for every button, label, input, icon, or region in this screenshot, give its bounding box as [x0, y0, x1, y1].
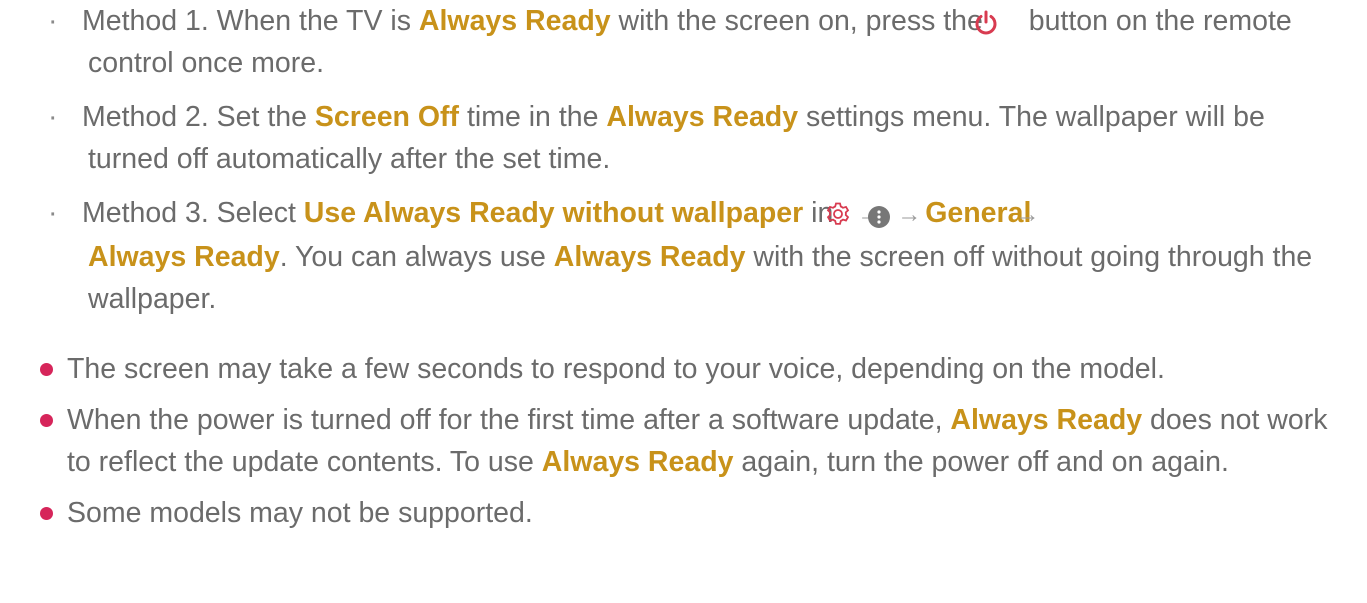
always-ready-term: Always Ready	[606, 101, 799, 133]
use-always-ready-without-wallpaper-term: Use Always Ready without wallpaper	[303, 197, 804, 229]
note-2-suffix: again, turn the power off and on again.	[733, 446, 1229, 478]
note-item-3: Some models may not be supported.	[36, 492, 1356, 534]
note-2-text: When the power is turned off for the fir…	[67, 404, 1327, 478]
more-options-icon	[868, 199, 911, 229]
note-item-1: The screen may take a few seconds to res…	[36, 348, 1356, 390]
method-2-text: · Method 2. Set the Screen Off time in th…	[48, 96, 1352, 180]
sub-bullet: ·	[48, 197, 58, 229]
bullet-dot-icon	[40, 363, 53, 376]
method-2-middle: time in the	[459, 101, 607, 133]
note-3-text: Some models may not be supported.	[67, 497, 533, 529]
method-list: · Method 1. When the TV is Always Ready w…	[48, 0, 1352, 332]
method-1-prefix: Method 1. When the TV is	[82, 5, 419, 37]
power-icon	[975, 6, 1019, 35]
arrow-right-icon: →	[1015, 201, 1040, 228]
note-2-prefix: When the power is turned off for the fir…	[67, 404, 951, 436]
note-1-text: The screen may take a few seconds to res…	[67, 353, 1165, 385]
always-ready-term: Always Ready	[88, 241, 280, 273]
method-3-middle: . You can always use	[279, 241, 554, 273]
method-2-prefix: Method 2. Set the	[82, 101, 315, 133]
screen-off-term: Screen Off	[314, 101, 460, 133]
always-ready-term: Always Ready	[950, 404, 1143, 436]
sub-bullet: ·	[48, 5, 58, 37]
method-item-3: · Method 3. Select Use Always Ready witho…	[48, 192, 1352, 320]
method-item-2: · Method 2. Set the Screen Off time in th…	[48, 96, 1352, 180]
method-3-prefix: Method 3. Select	[82, 197, 304, 229]
method-1-text: · Method 1. When the TV is Always Ready w…	[48, 0, 1352, 84]
always-ready-term: Always Ready	[553, 241, 746, 273]
bullet-dot-icon	[40, 414, 53, 427]
method-item-1: · Method 1. When the TV is Always Ready w…	[48, 0, 1352, 84]
bullet-dot-icon	[40, 507, 53, 520]
always-ready-term: Always Ready	[541, 446, 734, 478]
notes-list: The screen may take a few seconds to res…	[36, 348, 1356, 543]
method-1-middle: with the screen on, press the	[610, 5, 991, 37]
sub-bullet: ·	[48, 101, 58, 133]
always-ready-term: Always Ready	[418, 5, 611, 37]
note-item-2: When the power is turned off for the fir…	[36, 399, 1356, 483]
method-3-text: · Method 3. Select Use Always Ready witho…	[48, 192, 1352, 320]
arrow-right-icon: →	[897, 201, 922, 228]
